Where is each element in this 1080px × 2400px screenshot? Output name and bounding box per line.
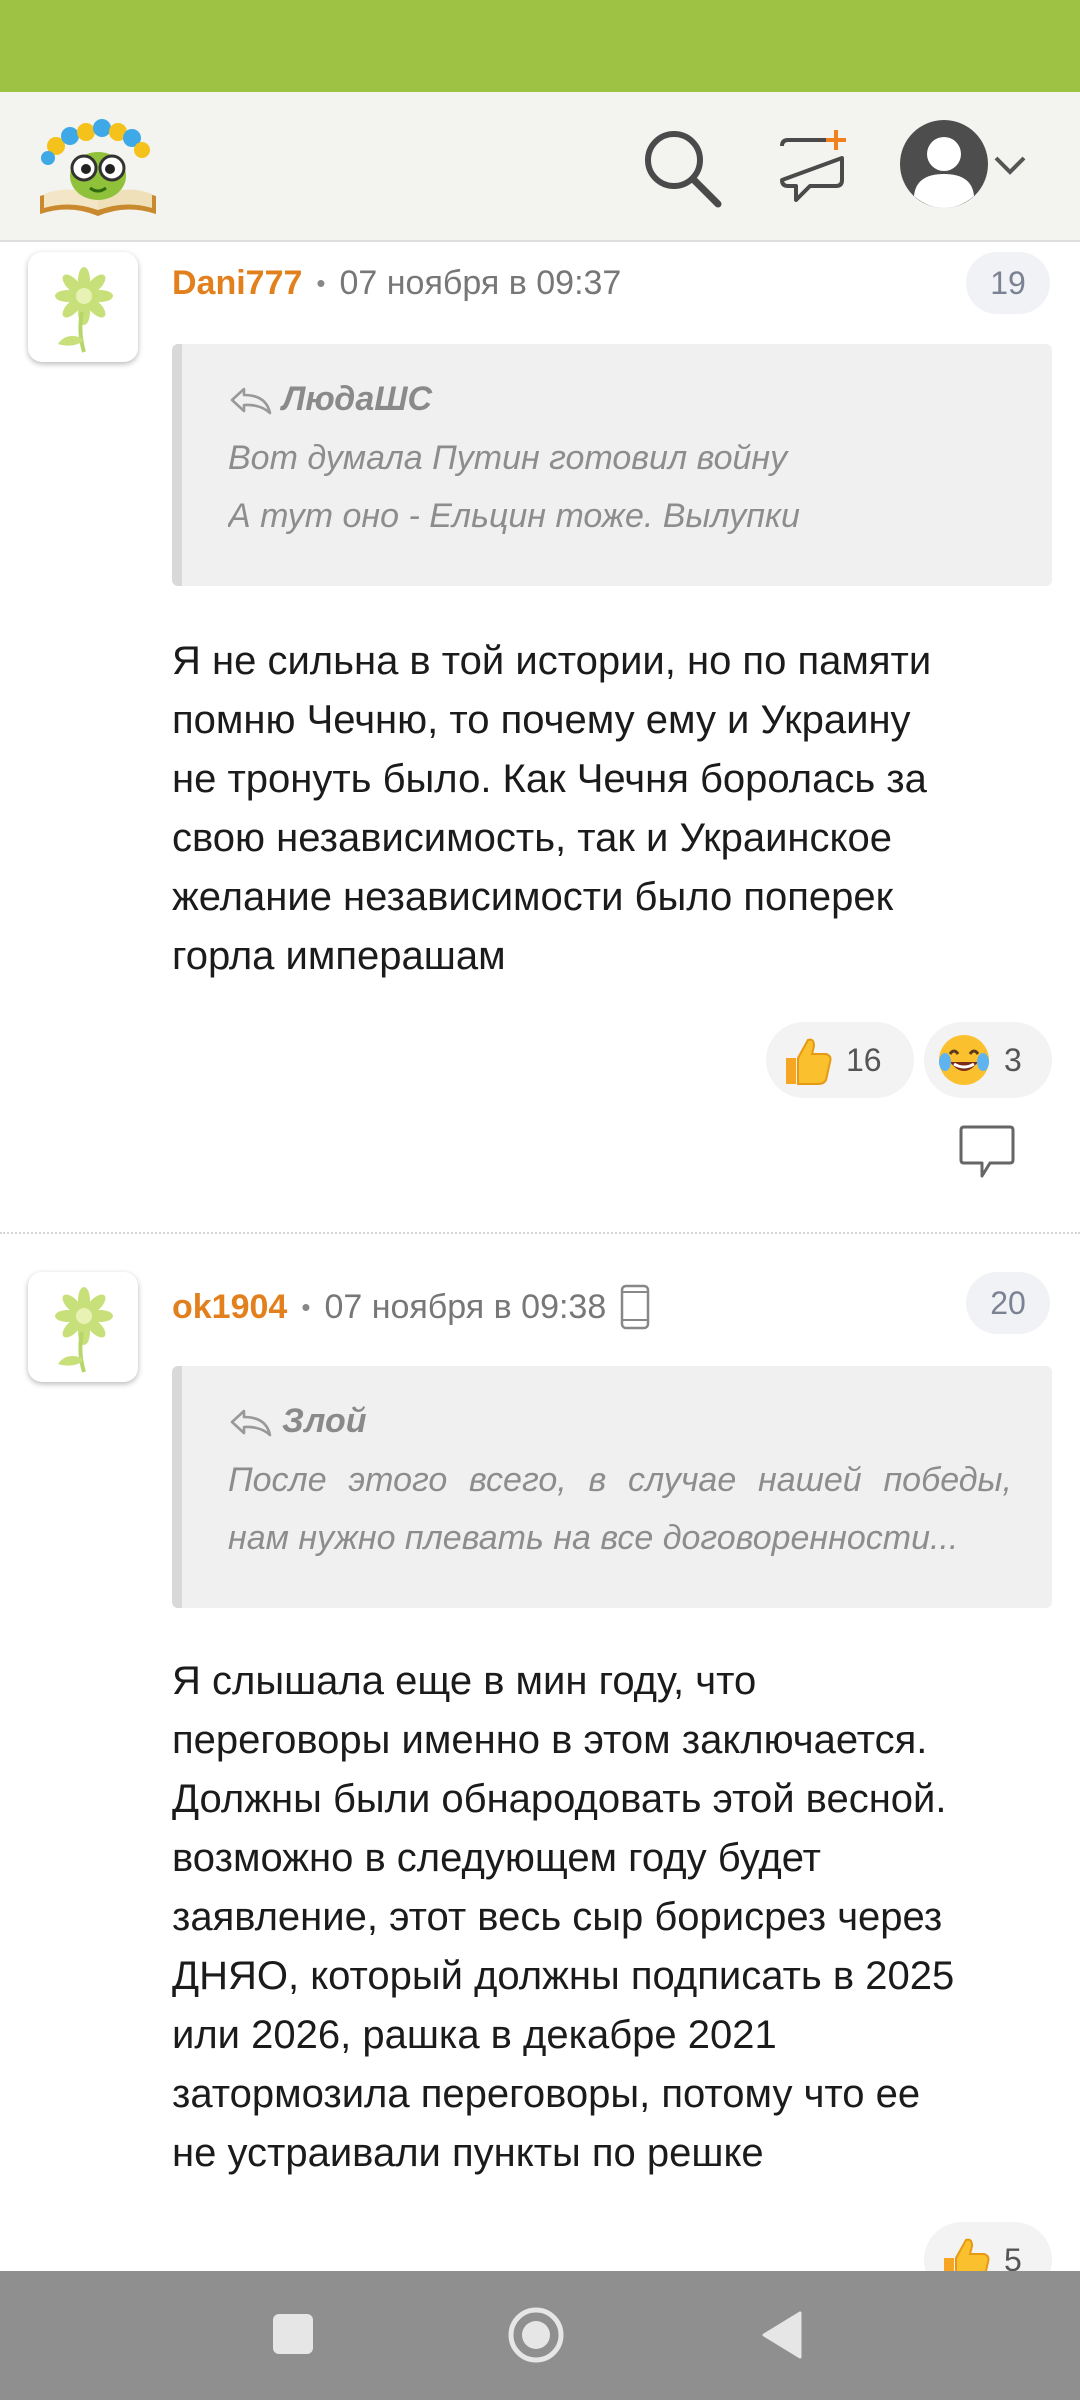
chevron-down-icon[interactable] bbox=[992, 148, 1028, 184]
reply-arrow-icon bbox=[230, 1409, 272, 1436]
comment-meta: Dani777 • 07 ноября в 09:37 bbox=[172, 264, 621, 303]
reply-comment-icon[interactable] bbox=[956, 1124, 1018, 1182]
comment-divider bbox=[0, 1232, 1080, 1234]
quote-block: ЛюдаШС Вот думала Путин готовил войну А … bbox=[172, 344, 1052, 586]
back-icon[interactable] bbox=[758, 2309, 804, 2361]
comment-date: 07 ноября в 09:38 bbox=[324, 1287, 607, 1326]
comment-text-line: не устраивали пункты по решке bbox=[172, 2131, 764, 2175]
comment-text-line: горла имперашам bbox=[172, 934, 506, 978]
quote-line: нам нужно плевать на все договоренности.… bbox=[228, 1519, 959, 1557]
comment-text-line: свою независимость, так и Украинское bbox=[172, 816, 892, 860]
reaction-count: 16 bbox=[846, 1041, 882, 1078]
navigation-bar bbox=[0, 2271, 1080, 2400]
app-header bbox=[0, 92, 1080, 242]
comment-text-line: или 2026, рашка в декабре 2021 bbox=[172, 2013, 777, 2057]
comment-text-line: затормозила переговоры, потому что ее bbox=[172, 2072, 921, 2116]
status-bar bbox=[0, 0, 1080, 92]
commenter-avatar[interactable] bbox=[28, 1272, 138, 1382]
separator-dot: • bbox=[301, 1291, 311, 1322]
laughing-emoji-icon bbox=[939, 1035, 989, 1085]
comment-text: Я слышала еще в мин году, что переговоры… bbox=[172, 1652, 1052, 2183]
comment-text-line: ДНЯО, который должны подписать в 2025 bbox=[172, 1954, 955, 1998]
quote-block: Злой После этого всего, в случае нашей п… bbox=[172, 1366, 1052, 1608]
new-post-icon[interactable] bbox=[776, 128, 852, 204]
comment-author[interactable]: ok1904 bbox=[172, 1288, 287, 1327]
quote-author[interactable]: Злой bbox=[228, 1402, 1012, 1441]
site-logo[interactable] bbox=[34, 110, 162, 222]
comment-text-line: возможно в следующем году будет bbox=[172, 1836, 821, 1880]
thumbs-up-icon bbox=[786, 1038, 832, 1085]
comment-text-line: Я не сильна в той истории, но по памяти bbox=[172, 639, 932, 683]
comment-text-line: переговоры именно в этом заключается. bbox=[172, 1718, 928, 1762]
recent-apps-icon[interactable] bbox=[270, 2311, 316, 2357]
search-icon[interactable] bbox=[640, 126, 724, 210]
user-avatar-icon[interactable] bbox=[896, 116, 992, 212]
comment-text-line: Должны были обнародовать этой весной. bbox=[172, 1777, 947, 1821]
comment-number[interactable]: 20 bbox=[966, 1272, 1050, 1334]
quote-author[interactable]: ЛюдаШС bbox=[228, 380, 1012, 419]
quote-line: Вот думала Путин готовил войну bbox=[228, 439, 788, 477]
commenter-avatar[interactable] bbox=[28, 252, 138, 362]
comment-date: 07 ноября в 09:37 bbox=[339, 264, 622, 302]
comment-meta: ok1904 • 07 ноября в 09:38 bbox=[172, 1284, 650, 1330]
comment-text-line: заявление, этот весь сыр борисрез через bbox=[172, 1895, 943, 1939]
comment-author[interactable]: Dani777 bbox=[172, 264, 302, 303]
reply-arrow-icon bbox=[230, 387, 272, 414]
comment-text-line: помню Чечню, то почему ему и Украину bbox=[172, 698, 911, 742]
reaction-count: 3 bbox=[1004, 1041, 1022, 1078]
comment-text-line: не тронуть было. Как Чечня боролась за bbox=[172, 757, 927, 801]
comment-text-line: Я слышала еще в мин году, что bbox=[172, 1659, 757, 1703]
quote-line: После этого всего, в случае нашей победы… bbox=[228, 1461, 1012, 1499]
reaction-laugh[interactable]: 3 bbox=[924, 1022, 1052, 1098]
comment-text-line: желание независимости было поперек bbox=[172, 875, 894, 919]
reaction-like[interactable]: 16 bbox=[766, 1022, 914, 1098]
comment-text: Я не сильна в той истории, но по памяти … bbox=[172, 632, 1052, 986]
quote-line: А тут оно - Ельцин тоже. Вылупки bbox=[228, 497, 800, 535]
mobile-phone-icon bbox=[621, 1284, 650, 1330]
separator-dot: • bbox=[316, 268, 326, 298]
home-icon[interactable] bbox=[506, 2305, 566, 2365]
comment-number[interactable]: 19 bbox=[966, 252, 1050, 314]
